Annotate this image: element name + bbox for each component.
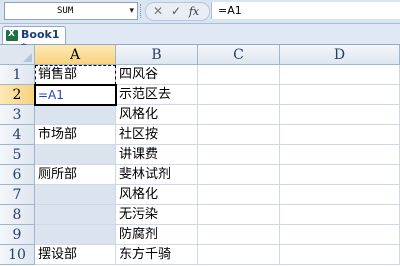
row-header-4[interactable]: 4 [0,125,35,145]
cell-b9[interactable]: 防腐剂 [116,225,198,245]
row-header-10[interactable]: 10 [0,245,35,265]
row-header-5[interactable]: 5 [0,145,35,165]
cell-a10[interactable]: 摆设部 [35,245,116,265]
spreadsheet-grid: A B C D 1 销售部 四风谷 2 =A1 示范区去 3 风格化 4 市场部 社区按 5 讲课费 6 厕所部 斐林… [0,45,400,266]
cell-d7[interactable] [280,185,400,205]
formula-bar-separator [140,4,143,18]
chevron-down-icon[interactable]: ▾ [129,3,134,19]
cell-c5[interactable] [198,145,280,165]
cell-c4[interactable] [198,125,280,145]
row-header-3[interactable]: 3 [0,105,35,125]
row-header-7[interactable]: 7 [0,185,35,205]
formula-bar: SUM ▾ ✕ ✓ fx =A1 [0,0,400,24]
column-header-a[interactable]: A [35,45,116,65]
cell-b5[interactable]: 讲课费 [116,145,198,165]
name-box-value: SUM [57,6,74,16]
cell-a1[interactable]: 销售部 [35,65,116,85]
cell-a7[interactable] [35,185,116,205]
cell-a3[interactable] [35,105,116,125]
workbook-tab-strip: Book1 * [0,24,400,54]
row-header-9[interactable]: 9 [0,225,35,245]
cell-d3[interactable] [280,105,400,125]
cell-b4[interactable]: 社区按 [116,125,198,145]
row-header-8[interactable]: 8 [0,205,35,225]
cell-c2[interactable] [198,85,280,105]
cell-d1[interactable] [280,65,400,85]
cell-a8[interactable] [35,205,116,225]
cell-b2[interactable]: 示范区去 [116,85,198,105]
cell-b3[interactable]: 风格化 [116,105,198,125]
cell-a5[interactable] [35,145,116,165]
cell-c8[interactable] [198,205,280,225]
name-box[interactable]: SUM ▾ [4,2,138,20]
cell-c6[interactable] [198,165,280,185]
select-all-corner[interactable] [0,45,35,65]
formula-buttons: ✕ ✓ fx [145,2,210,21]
cell-d10[interactable] [280,245,400,265]
column-header-b[interactable]: B [116,45,198,65]
cell-a6[interactable]: 厕所部 [35,165,116,185]
cell-b6[interactable]: 斐林试剂 [116,165,198,185]
cell-d8[interactable] [280,205,400,225]
cell-c7[interactable] [198,185,280,205]
cancel-icon[interactable]: ✕ [150,3,166,20]
row-header-1[interactable]: 1 [0,65,35,85]
insert-function-button[interactable]: fx [186,3,202,20]
cell-d5[interactable] [280,145,400,165]
cell-c1[interactable] [198,65,280,85]
cell-d6[interactable] [280,165,400,185]
cell-d9[interactable] [280,225,400,245]
workbook-tab[interactable]: Book1 * [2,26,66,54]
cell-b1[interactable]: 四风谷 [116,65,198,85]
excel-workbook-icon [6,29,18,41]
cell-c10[interactable] [198,245,280,265]
cell-a2[interactable]: =A1 [35,85,116,105]
cell-a9[interactable] [35,225,116,245]
cell-c9[interactable] [198,225,280,245]
column-header-d[interactable]: D [280,45,400,65]
cell-a4[interactable]: 市场部 [35,125,116,145]
cell-d2[interactable] [280,85,400,105]
row-header-6[interactable]: 6 [0,165,35,185]
row-header-2[interactable]: 2 [0,85,35,105]
cell-b7[interactable]: 风格化 [116,185,198,205]
cell-b8[interactable]: 无污染 [116,205,198,225]
cell-d4[interactable] [280,125,400,145]
cell-c3[interactable] [198,105,280,125]
column-header-c[interactable]: C [198,45,280,65]
cell-b10[interactable]: 东方千骑 [116,245,198,265]
check-icon[interactable]: ✓ [168,3,184,20]
formula-input[interactable]: =A1 [211,2,400,19]
